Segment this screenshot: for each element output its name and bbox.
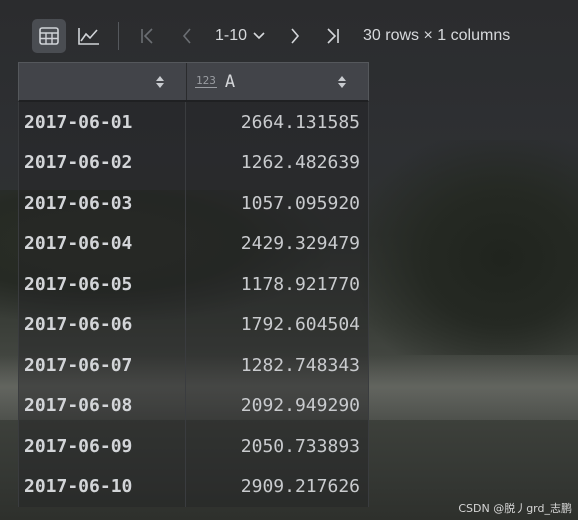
table-row: 2017-06-09 2050.733893 [19, 426, 368, 467]
table-toolbar: 1-10 30 rows × 1 columns [0, 14, 578, 58]
line-chart-icon [78, 28, 99, 45]
table-header: 123 A [18, 62, 369, 102]
column-name: A [224, 71, 236, 92]
value-cell[interactable]: 2092.949290 [186, 395, 368, 416]
chart-view-button[interactable] [72, 19, 106, 53]
value-cell[interactable]: 1792.604504 [186, 314, 368, 335]
last-page-icon [327, 28, 339, 44]
value-cell[interactable]: 2050.733893 [186, 436, 368, 457]
table-row: 2017-06-04 2429.329479 [19, 223, 368, 264]
row-index-cell[interactable]: 2017-06-06 [19, 304, 186, 345]
prev-page-icon [182, 28, 191, 44]
numeric-type-icon: 123 [195, 74, 217, 88]
next-page-button[interactable] [279, 19, 311, 53]
row-index-cell[interactable]: 2017-06-09 [19, 426, 186, 467]
table-icon [39, 27, 59, 45]
row-index-cell[interactable]: 2017-06-08 [19, 385, 186, 426]
value-cell[interactable]: 2909.217626 [186, 476, 368, 497]
row-index-cell[interactable]: 2017-06-02 [19, 142, 186, 183]
prev-page-button[interactable] [171, 19, 203, 53]
table-view-button[interactable] [32, 19, 66, 53]
page-range-label: 1-10 [215, 27, 248, 44]
page-range-select[interactable]: 1-10 [209, 27, 271, 45]
table-row: 2017-06-06 1792.604504 [19, 304, 368, 345]
value-cell[interactable]: 1282.748343 [186, 355, 368, 376]
watermark: CSDN @脱丿grd_志鹏 [458, 502, 572, 515]
sort-icon[interactable] [338, 75, 346, 88]
next-page-icon [291, 28, 300, 44]
row-index-cell[interactable]: 2017-06-01 [19, 102, 186, 143]
table-row: 2017-06-02 1262.482639 [19, 142, 368, 183]
table-row: 2017-06-10 2909.217626 [19, 466, 368, 507]
table-row: 2017-06-03 1057.095920 [19, 183, 368, 224]
table-row: 2017-06-08 2092.949290 [19, 385, 368, 426]
column-header-a[interactable]: 123 A [187, 63, 368, 100]
row-index-cell[interactable]: 2017-06-04 [19, 223, 186, 264]
value-cell[interactable]: 2429.329479 [186, 233, 368, 254]
value-cell[interactable]: 2664.131585 [186, 112, 368, 133]
rows-columns-info: 30 rows × 1 columns [363, 27, 511, 44]
value-cell[interactable]: 1262.482639 [186, 152, 368, 173]
row-index-cell[interactable]: 2017-06-03 [19, 183, 186, 224]
row-index-cell[interactable]: 2017-06-07 [19, 345, 186, 386]
first-page-icon [141, 28, 153, 44]
row-index-cell[interactable]: 2017-06-05 [19, 264, 186, 305]
table-row: 2017-06-07 1282.748343 [19, 345, 368, 386]
first-page-button[interactable] [131, 19, 163, 53]
table-row: 2017-06-05 1178.921770 [19, 264, 368, 305]
last-page-button[interactable] [317, 19, 349, 53]
background-trees-right [360, 140, 578, 355]
dataframe-table: 123 A 2017-06-01 2664.131585 2017-06-02 … [18, 62, 369, 507]
value-cell[interactable]: 1178.921770 [186, 274, 368, 295]
table-body: 2017-06-01 2664.131585 2017-06-02 1262.4… [18, 102, 369, 507]
toolbar-separator [118, 22, 119, 50]
sort-icon[interactable] [156, 75, 164, 88]
table-row: 2017-06-01 2664.131585 [19, 102, 368, 143]
index-column-header[interactable] [19, 63, 187, 100]
row-index-cell[interactable]: 2017-06-10 [19, 466, 186, 507]
chevron-down-icon [253, 32, 265, 40]
value-cell[interactable]: 1057.095920 [186, 193, 368, 214]
